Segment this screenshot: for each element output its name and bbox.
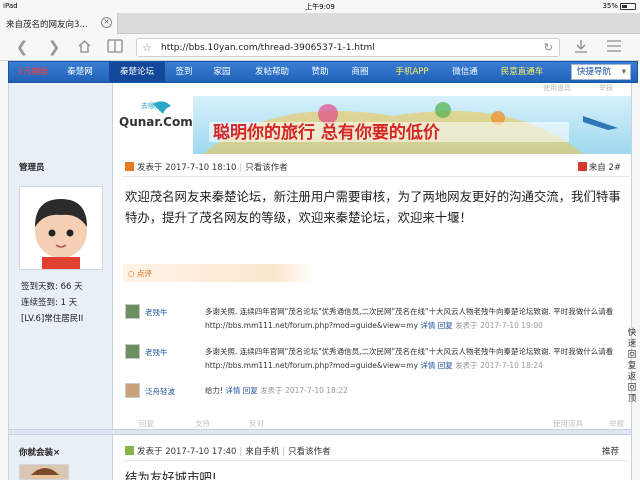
comment-item: 老残牛 多谢关照. 连续四年官网"茂名论坛"优秀通信员,二次民网"茂名在线"十大… <box>125 344 629 374</box>
post-header: 发表于 2017-7-10 18:10 | 只看该作者 来自 2# <box>125 161 625 175</box>
top-report-link[interactable]: 举报 <box>599 83 613 95</box>
close-tab-icon[interactable]: ✕ <box>101 17 112 28</box>
nav-item-app[interactable]: 手机APP <box>383 62 441 82</box>
post-source-2: 来自手机 <box>245 447 280 457</box>
nav-item-sponsor[interactable]: 赞助 <box>301 62 339 82</box>
comment-detail-link[interactable]: 详情 <box>420 361 435 370</box>
checkin-days: 签到天数: 66 天 <box>21 282 83 292</box>
reply-action[interactable]: 回复 <box>139 418 154 429</box>
download-icon[interactable] <box>573 39 589 55</box>
only-author-link-2[interactable]: 只看该作者 <box>288 447 331 457</box>
banner-brand: Qunar.Com <box>119 115 193 129</box>
top-tools-link[interactable]: 使用道具 <box>543 83 571 95</box>
quick-reply-back-to-top[interactable]: 快速回复返回顶 <box>627 328 637 405</box>
tab-bar: 来自茂名的网友向3... ✕ <box>0 13 640 34</box>
banner-brand-cn: 去哪儿 <box>141 101 162 110</box>
author-name-2[interactable]: 你就会装× <box>19 446 60 458</box>
floor-number: 来自 2# <box>577 161 621 173</box>
nav-item-forum[interactable]: 秦楚论坛 <box>109 62 165 82</box>
banner-slogan: 聪明你的旅行 总有你要的低价 <box>213 122 441 143</box>
commenter-name[interactable]: 老残牛 <box>145 307 168 318</box>
comment-text: 多谢关照. 连续四年官网"茂名论坛"优秀通信员,二次民网"茂名在线"十大风云人物… <box>205 347 614 370</box>
commenter-name[interactable]: 泛舟轻波 <box>145 386 175 397</box>
comment-item: 老残牛 多谢关照. 连续四年官网"茂名论坛"优秀通信员,二次民网"茂名在线"十大… <box>125 304 629 334</box>
author-avatar-2[interactable] <box>19 464 69 480</box>
comment-reply-link[interactable]: 回复 <box>243 386 258 395</box>
status-bar: iPad 上午9:09 35% <box>0 0 640 13</box>
comment-time: 发表于 2017-7-10 18:22 <box>260 386 348 395</box>
oppose-action[interactable]: 反对 <box>249 418 264 429</box>
only-author-link[interactable]: 只看该作者 <box>245 163 288 173</box>
commenter-avatar[interactable] <box>125 304 140 319</box>
comment-section-label: 点评 <box>123 264 313 282</box>
nav-item-home[interactable]: 家园 <box>203 62 241 82</box>
comment-text: 给力! <box>205 386 224 395</box>
reload-icon[interactable]: ↻ <box>544 41 553 54</box>
post-date: 发表于 2017-7-10 18:10 <box>137 163 237 173</box>
nav-item-fishing[interactable]: 1元捕鱼 <box>9 62 57 82</box>
post-actions: 回复 支持 反对 使用道具 举报 <box>125 418 629 430</box>
report-action[interactable]: 举报 <box>609 418 624 429</box>
commenter-name[interactable]: 老残牛 <box>145 347 168 358</box>
nav-item-qinchu-net[interactable]: 秦楚网 <box>57 62 103 82</box>
qunar-banner-ad[interactable]: 去哪儿 Qunar.Com 聪明你的旅行 总有你要的低价 <box>113 96 631 154</box>
comment-time: 发表于 2017-7-10 19:00 <box>455 321 543 330</box>
star-icon[interactable]: ☆ <box>142 41 152 54</box>
author-avatar[interactable] <box>19 186 103 270</box>
continuous-checkin: 连续签到: 1 天 <box>21 298 78 308</box>
commenter-avatar[interactable] <box>125 344 140 359</box>
post-header-2: 发表于 2017-7-10 17:40 | 来自手机 | 只看该作者 推荐 <box>125 445 625 459</box>
comment-detail-link[interactable]: 详情 <box>225 386 240 395</box>
commenter-avatar[interactable] <box>125 383 140 398</box>
quick-nav-dropdown[interactable]: 快捷导航 <box>571 64 631 80</box>
comment-item: 泛舟轻波 给力! 详情 回复 发表于 2017-7-10 18:22 <box>125 383 629 413</box>
comment-reply-link[interactable]: 回复 <box>438 321 453 330</box>
battery-icon <box>620 2 636 10</box>
battery-percent: 35% <box>602 2 618 10</box>
battery-status: 35% <box>602 2 636 10</box>
bookmarks-icon[interactable] <box>107 39 123 55</box>
header-divider-2 <box>123 460 629 461</box>
comment-text: 多谢关照. 连续四年官网"茂名论坛"优秀通信员,二次民网"茂名在线"十大风云人物… <box>205 307 614 330</box>
mobile-icon <box>577 162 587 171</box>
header-divider <box>123 176 629 177</box>
menu-icon[interactable] <box>606 39 622 55</box>
clock: 上午9:09 <box>305 3 335 11</box>
author-name[interactable]: 管理员 <box>19 161 45 173</box>
tab-title: 来自茂名的网友向3... <box>6 20 88 30</box>
post-icon-2 <box>125 446 134 455</box>
browser-toolbar: ❮ ❯ ☆ http://bbs.10yan.com/thread-390653… <box>0 34 640 61</box>
comment-detail-link[interactable]: 详情 <box>420 321 435 330</box>
comment-reply-link[interactable]: 回复 <box>438 361 453 370</box>
url-text: http://bbs.10yan.com/thread-3906537-1-1.… <box>161 43 375 53</box>
recommend-link[interactable]: 推荐 <box>602 445 619 457</box>
tools-action[interactable]: 使用道具 <box>553 418 583 429</box>
nav-item-checkin[interactable]: 签到 <box>165 62 203 82</box>
nav-item-shops[interactable]: 商圈 <box>339 62 381 82</box>
address-bar[interactable]: ☆ http://bbs.10yan.com/thread-3906537-1-… <box>136 38 560 57</box>
nav-item-help[interactable]: 发帖帮助 <box>243 62 301 82</box>
post-icon <box>125 162 134 171</box>
support-action[interactable]: 支持 <box>195 418 210 429</box>
user-level: [LV.6]常住居民II <box>21 314 84 324</box>
post-body-2: 结为友好城市吧! <box>125 470 217 480</box>
forum-nav: 1元捕鱼 秦楚网 秦楚论坛 签到 家园 发帖帮助 赞助 商圈 手机APP 微信通… <box>8 61 638 83</box>
nav-item-public-opinion[interactable]: 民意直通车 <box>489 62 555 82</box>
thread-page: 使用道具 举报 去哪儿 Qunar.Com 聪明你的旅行 总有你要的低价 管理员 <box>8 83 632 480</box>
home-icon[interactable] <box>76 39 92 55</box>
post-body: 欢迎茂名网友来秦楚论坛，新注册用户需要审核，为了两地网友更好的沟通交流，我们特事… <box>125 189 621 225</box>
back-icon[interactable]: ❮ <box>14 39 30 55</box>
post-date-2: 发表于 2017-7-10 17:40 <box>137 447 237 457</box>
comment-time: 发表于 2017-7-10 18:24 <box>455 361 543 370</box>
nav-item-wechat[interactable]: 微信通 <box>441 62 489 82</box>
browser-tab[interactable]: 来自茂名的网友向3... ✕ <box>0 13 118 34</box>
forward-icon[interactable]: ❯ <box>46 39 62 55</box>
